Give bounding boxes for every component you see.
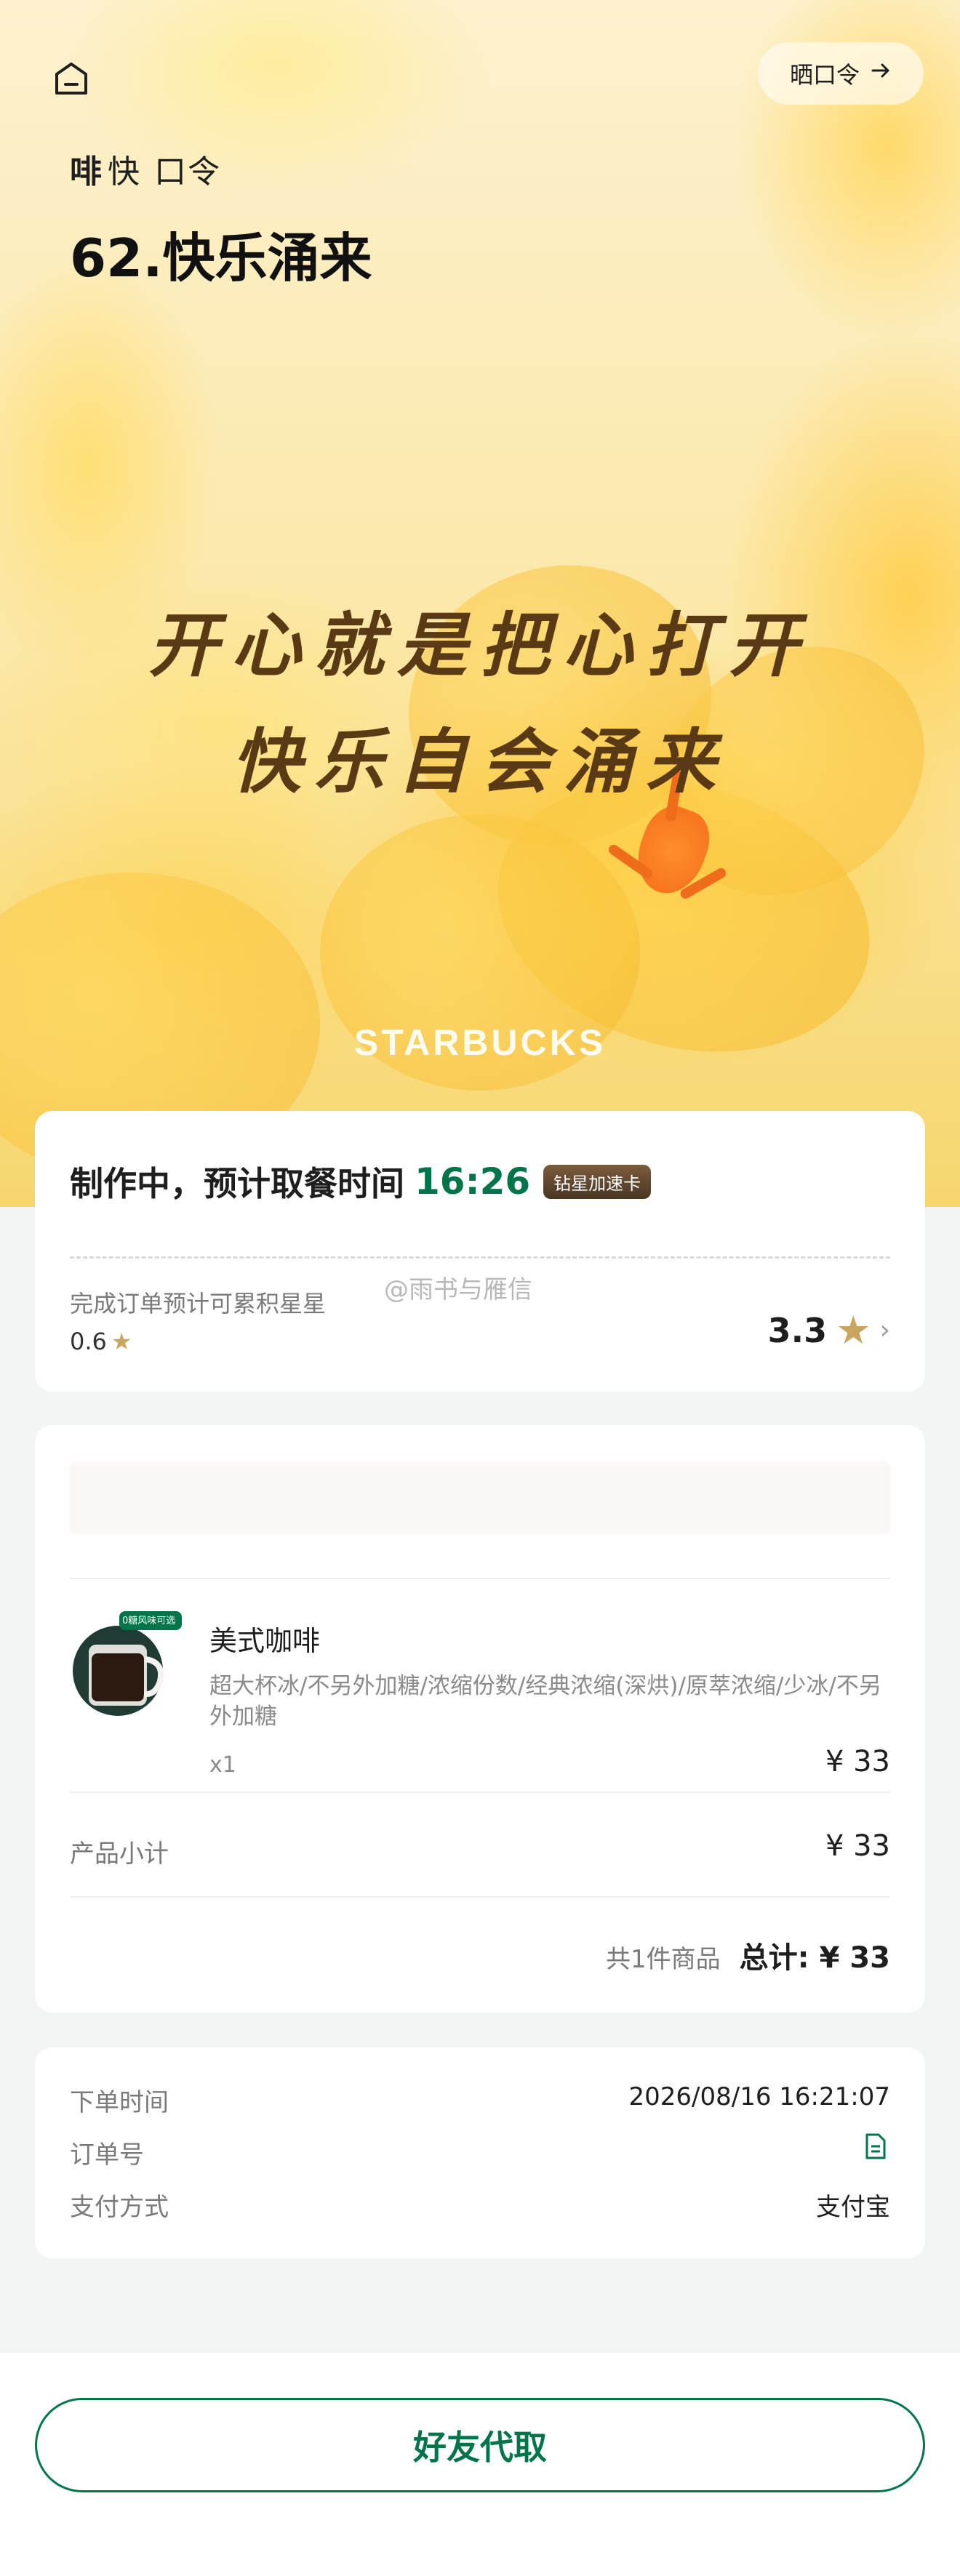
- order-time-value: 2026/08/16 16:21:07: [628, 2082, 890, 2111]
- share-code-button[interactable]: 晒口令: [758, 42, 924, 105]
- share-code-label: 晒口令: [789, 61, 860, 89]
- subtotal-value: ¥ 33: [825, 1829, 890, 1863]
- product-name: 美式咖啡: [209, 1625, 321, 1657]
- order-status-card: 制作中，预计取餐时间 16:26 钻星加速卡 完成订单预计可累积星星 0.6 ★…: [35, 1111, 925, 1392]
- product-quantity: x1: [209, 1752, 236, 1778]
- stars-earned-value: 0.6: [70, 1328, 107, 1355]
- pickup-time: 16:26: [415, 1160, 531, 1203]
- slogan-line-1: 开心就是把心打开: [148, 604, 812, 686]
- order-number-label: 订单号: [70, 2140, 144, 2170]
- order-info-card: 下单时间 2026/08/16 16:21:07 订单号 支付方式 支付宝: [35, 2047, 925, 2258]
- stars-earned: 0.6 ★: [70, 1328, 132, 1355]
- brand-fei: 啡: [70, 153, 103, 190]
- watermark: @雨书与雁信: [384, 1275, 532, 1304]
- star-icon: ★: [836, 1307, 871, 1353]
- brand-kouling: 口令: [154, 153, 221, 190]
- status-text: 制作中，预计取餐时间: [70, 1164, 404, 1203]
- brand-kuai: 快: [108, 153, 141, 190]
- product-image-tag: 0糖风味可选: [122, 1616, 176, 1626]
- payment-method-label: 支付方式: [70, 2193, 169, 2222]
- slogan-line-2: 快乐自会涌来: [231, 721, 729, 803]
- copy-icon[interactable]: [861, 2132, 890, 2161]
- store-info-blurred: [70, 1461, 890, 1534]
- diamond-boost-badge: 钻星加速卡: [543, 1164, 652, 1199]
- product-price: ¥ 33: [825, 1745, 890, 1778]
- pickup-code-title: 62.快乐涌来: [70, 228, 372, 289]
- order-time-label: 下单时间: [70, 2088, 169, 2117]
- dashed-divider: [70, 1256, 890, 1259]
- brand-title: 啡快口令: [70, 145, 221, 192]
- bottom-action-bar: 好友代取: [0, 2353, 960, 2576]
- divider: [70, 1896, 890, 1898]
- total-value: 总计: ¥ 33: [739, 1941, 890, 1975]
- subtotal-label: 产品小计: [70, 1839, 169, 1869]
- arrow-right-icon: [870, 60, 892, 87]
- status-line: 制作中，预计取餐时间 16:26 钻星加速卡: [70, 1157, 652, 1205]
- payment-method-value: 支付宝: [816, 2193, 890, 2222]
- star-icon: ★: [111, 1328, 132, 1355]
- stars-total-link[interactable]: 3.3 ★ ›: [768, 1307, 890, 1353]
- order-detail-card: 0糖风味可选 美式咖啡 超大杯冰/不另外加糖/浓缩份数/经典浓缩(深烘)/原萃浓…: [35, 1425, 925, 2013]
- divider: [70, 1578, 890, 1579]
- total-count: 共1件商品: [606, 1945, 721, 1974]
- friend-pickup-button[interactable]: 好友代取: [35, 2398, 925, 2492]
- product-options: 超大杯冰/不另外加糖/浓缩份数/经典浓缩(深烘)/原萃浓缩/少冰/不另外加糖: [209, 1673, 881, 1730]
- hero-banner: 晒口令 啡快口令 62.快乐涌来 开心就是把心打开 快乐自会涌来 STARBUC…: [0, 0, 960, 1207]
- divider: [70, 1791, 890, 1793]
- stars-total-value: 3.3: [767, 1310, 828, 1350]
- chevron-right-icon: ›: [879, 1315, 890, 1345]
- home-icon[interactable]: [51, 58, 92, 99]
- stars-hint: 完成订单预计可累积星星: [70, 1290, 327, 1317]
- product-image: 0糖风味可选: [67, 1607, 183, 1716]
- starbucks-logo: STARBUCKS: [353, 1022, 607, 1063]
- total-row: 共1件商品 总计: ¥ 33: [606, 1934, 890, 1976]
